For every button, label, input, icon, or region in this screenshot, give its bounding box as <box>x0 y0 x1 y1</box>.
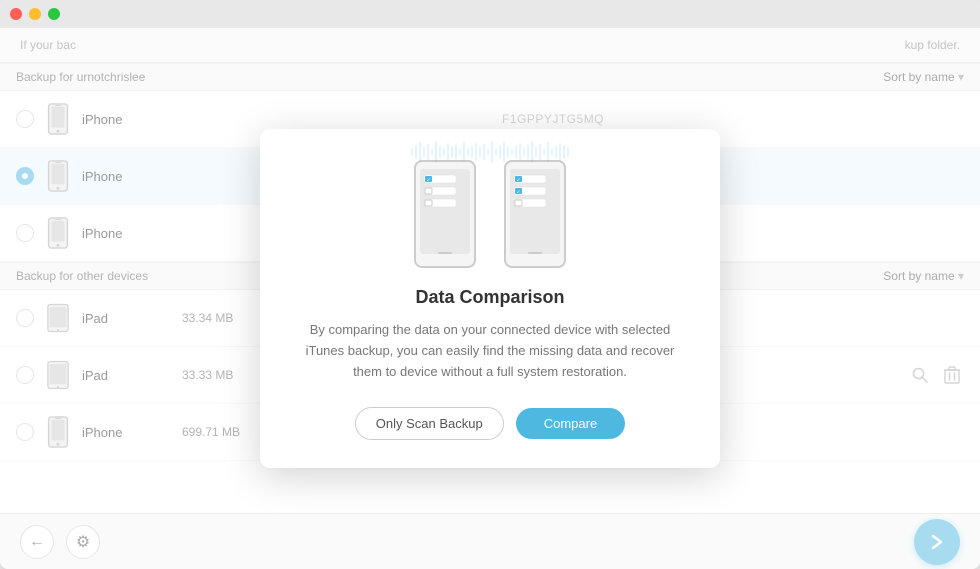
svg-text:✓: ✓ <box>517 190 521 196</box>
modal-overlay: ✓ ✓ <box>0 28 980 569</box>
data-comparison-modal: ✓ ✓ <box>260 129 720 467</box>
right-phone-svg: ✓ ✓ <box>500 159 570 269</box>
phone-illustrations: ✓ ✓ <box>410 159 570 269</box>
svg-text:✓: ✓ <box>427 178 431 184</box>
modal-buttons: Only Scan Backup Compare <box>355 407 625 440</box>
compare-button[interactable]: Compare <box>516 408 625 439</box>
main-content: If your bac kup folder. Backup for urnot… <box>0 28 980 569</box>
modal-title: Data Comparison <box>415 287 564 308</box>
titlebar <box>0 0 980 28</box>
minimize-dot[interactable] <box>29 8 41 20</box>
svg-text:✓: ✓ <box>517 178 521 184</box>
modal-description: By comparing the data on your connected … <box>300 320 680 382</box>
left-phone-svg: ✓ <box>410 159 480 269</box>
app-window: If your bac kup folder. Backup for urnot… <box>0 0 980 569</box>
close-dot[interactable] <box>10 8 22 20</box>
maximize-dot[interactable] <box>48 8 60 20</box>
scan-backup-button[interactable]: Only Scan Backup <box>355 407 504 440</box>
